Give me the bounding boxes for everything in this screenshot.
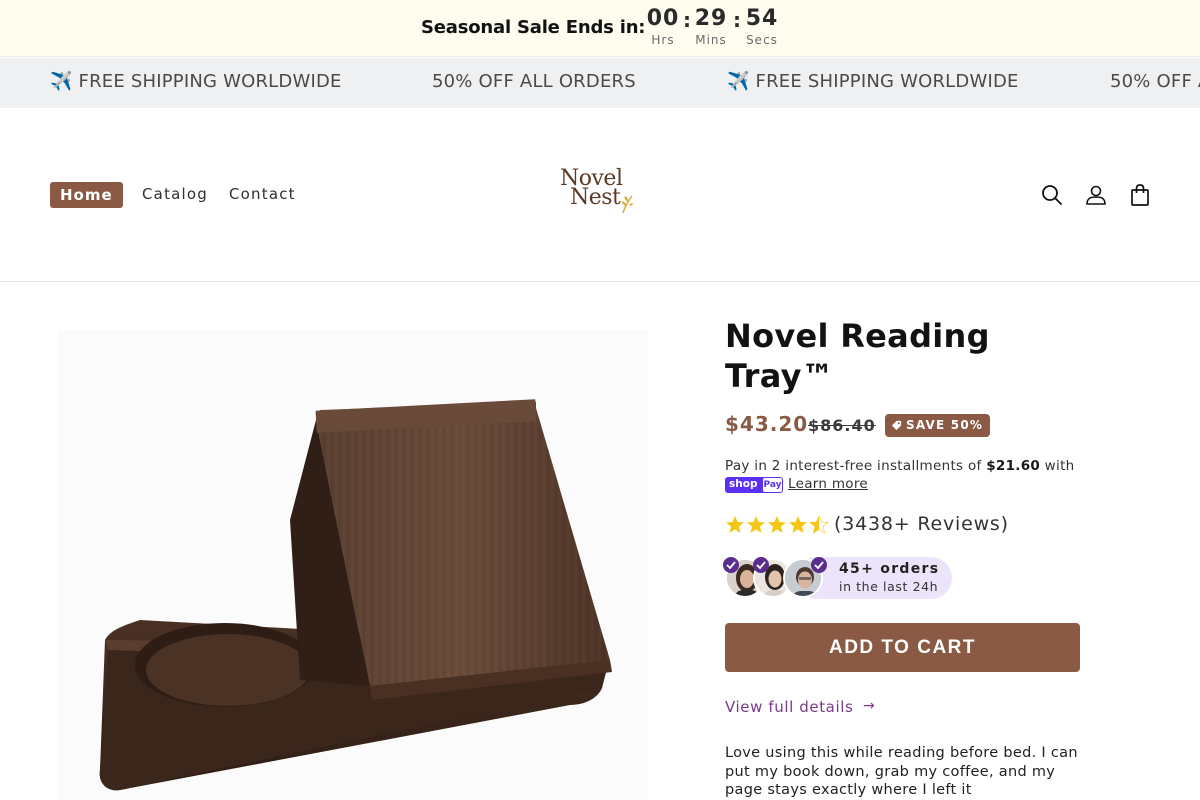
logo-text-line2: Nest xyxy=(570,185,621,210)
site-header: Home Catalog Contact Novel Nest xyxy=(0,108,1200,282)
marquee-item: ✈️ FREE SHIPPING WORLDWIDE xyxy=(50,71,342,92)
star-icon xyxy=(768,516,786,533)
installment-amount: $21.60 xyxy=(986,458,1041,474)
countdown-seconds-value: 54 xyxy=(745,6,779,31)
compare-price: $86.40 xyxy=(808,416,876,435)
shop-pay-shop: shop xyxy=(729,478,758,490)
shop-pay-logo: shop Pay xyxy=(725,477,783,493)
rating-stars xyxy=(726,515,829,534)
verified-check-icon xyxy=(723,557,739,573)
save-badge-label: SAVE 50% xyxy=(906,418,984,432)
orders-timeframe: in the last 24h xyxy=(839,579,939,594)
shop-pay-pay: Pay xyxy=(763,478,782,492)
search-icon[interactable] xyxy=(1040,183,1064,207)
learn-more-link[interactable]: Learn more xyxy=(788,476,868,492)
testimonial-text: Love using this while reading before bed… xyxy=(725,745,1078,798)
half-star-icon xyxy=(809,515,829,534)
countdown-label: Seasonal Sale Ends in: xyxy=(421,17,646,38)
installments-text: Pay in 2 interest-free installments of $… xyxy=(725,456,1085,476)
countdown-minutes-value: 29 xyxy=(694,6,728,31)
countdown-seconds: 54 Secs xyxy=(737,5,787,47)
nav-catalog-link[interactable]: Catalog xyxy=(142,185,208,203)
countdown-seconds-label: Secs xyxy=(746,33,778,47)
nav-home-link[interactable]: Home xyxy=(50,182,123,208)
tag-icon xyxy=(891,420,902,431)
countdown-hours-label: Hrs xyxy=(651,33,675,47)
marquee-item: ✈️ FREE SHIPPING WORLDWIDE xyxy=(727,71,1019,92)
star-icon xyxy=(726,516,744,533)
add-to-cart-button[interactable]: ADD TO CART xyxy=(725,623,1080,672)
store-logo[interactable]: Novel Nest xyxy=(556,166,640,214)
product-photo xyxy=(50,320,658,800)
reviews-count[interactable]: (3438+ Reviews) xyxy=(834,513,1009,535)
announcement-marquee: ✈️ FREE SHIPPING WORLDWIDE 50% OFF ALL O… xyxy=(0,58,1200,108)
countdown-hours: 00 Hrs xyxy=(638,5,688,47)
countdown-hours-value: 00 xyxy=(646,6,680,31)
product-title: Novel Reading Tray™ xyxy=(725,317,990,395)
nav-contact-link[interactable]: Contact xyxy=(229,185,296,203)
arrow-right-icon[interactable]: → xyxy=(863,698,875,714)
view-full-details-link[interactable]: View full details xyxy=(725,698,853,716)
cart-icon[interactable] xyxy=(1128,183,1152,207)
installments-suffix: with xyxy=(1040,458,1075,474)
marquee-item: 50% OFF ALL ORDERS xyxy=(432,71,636,92)
verified-check-icon xyxy=(811,557,827,573)
countdown-bar: Seasonal Sale Ends in: 00 Hrs : 29 Mins … xyxy=(0,0,1200,57)
product-image[interactable] xyxy=(50,320,658,800)
star-icon xyxy=(789,516,807,533)
leaf-icon xyxy=(622,195,633,214)
save-badge: SAVE 50% xyxy=(885,414,991,437)
sale-price: $43.20 xyxy=(725,412,809,436)
marquee-item: 50% OFF A xyxy=(1110,71,1200,92)
verified-check-icon xyxy=(753,557,769,573)
countdown-minutes-label: Mins xyxy=(695,33,727,47)
orders-count: 45+ orders xyxy=(839,561,940,577)
recent-orders-badge: 45+ orders in the last 24h xyxy=(723,557,953,599)
installments-prefix: Pay in 2 interest-free installments of xyxy=(725,458,987,474)
countdown-minutes: 29 Mins xyxy=(686,5,736,47)
account-icon[interactable] xyxy=(1084,183,1108,207)
star-icon xyxy=(747,516,765,533)
